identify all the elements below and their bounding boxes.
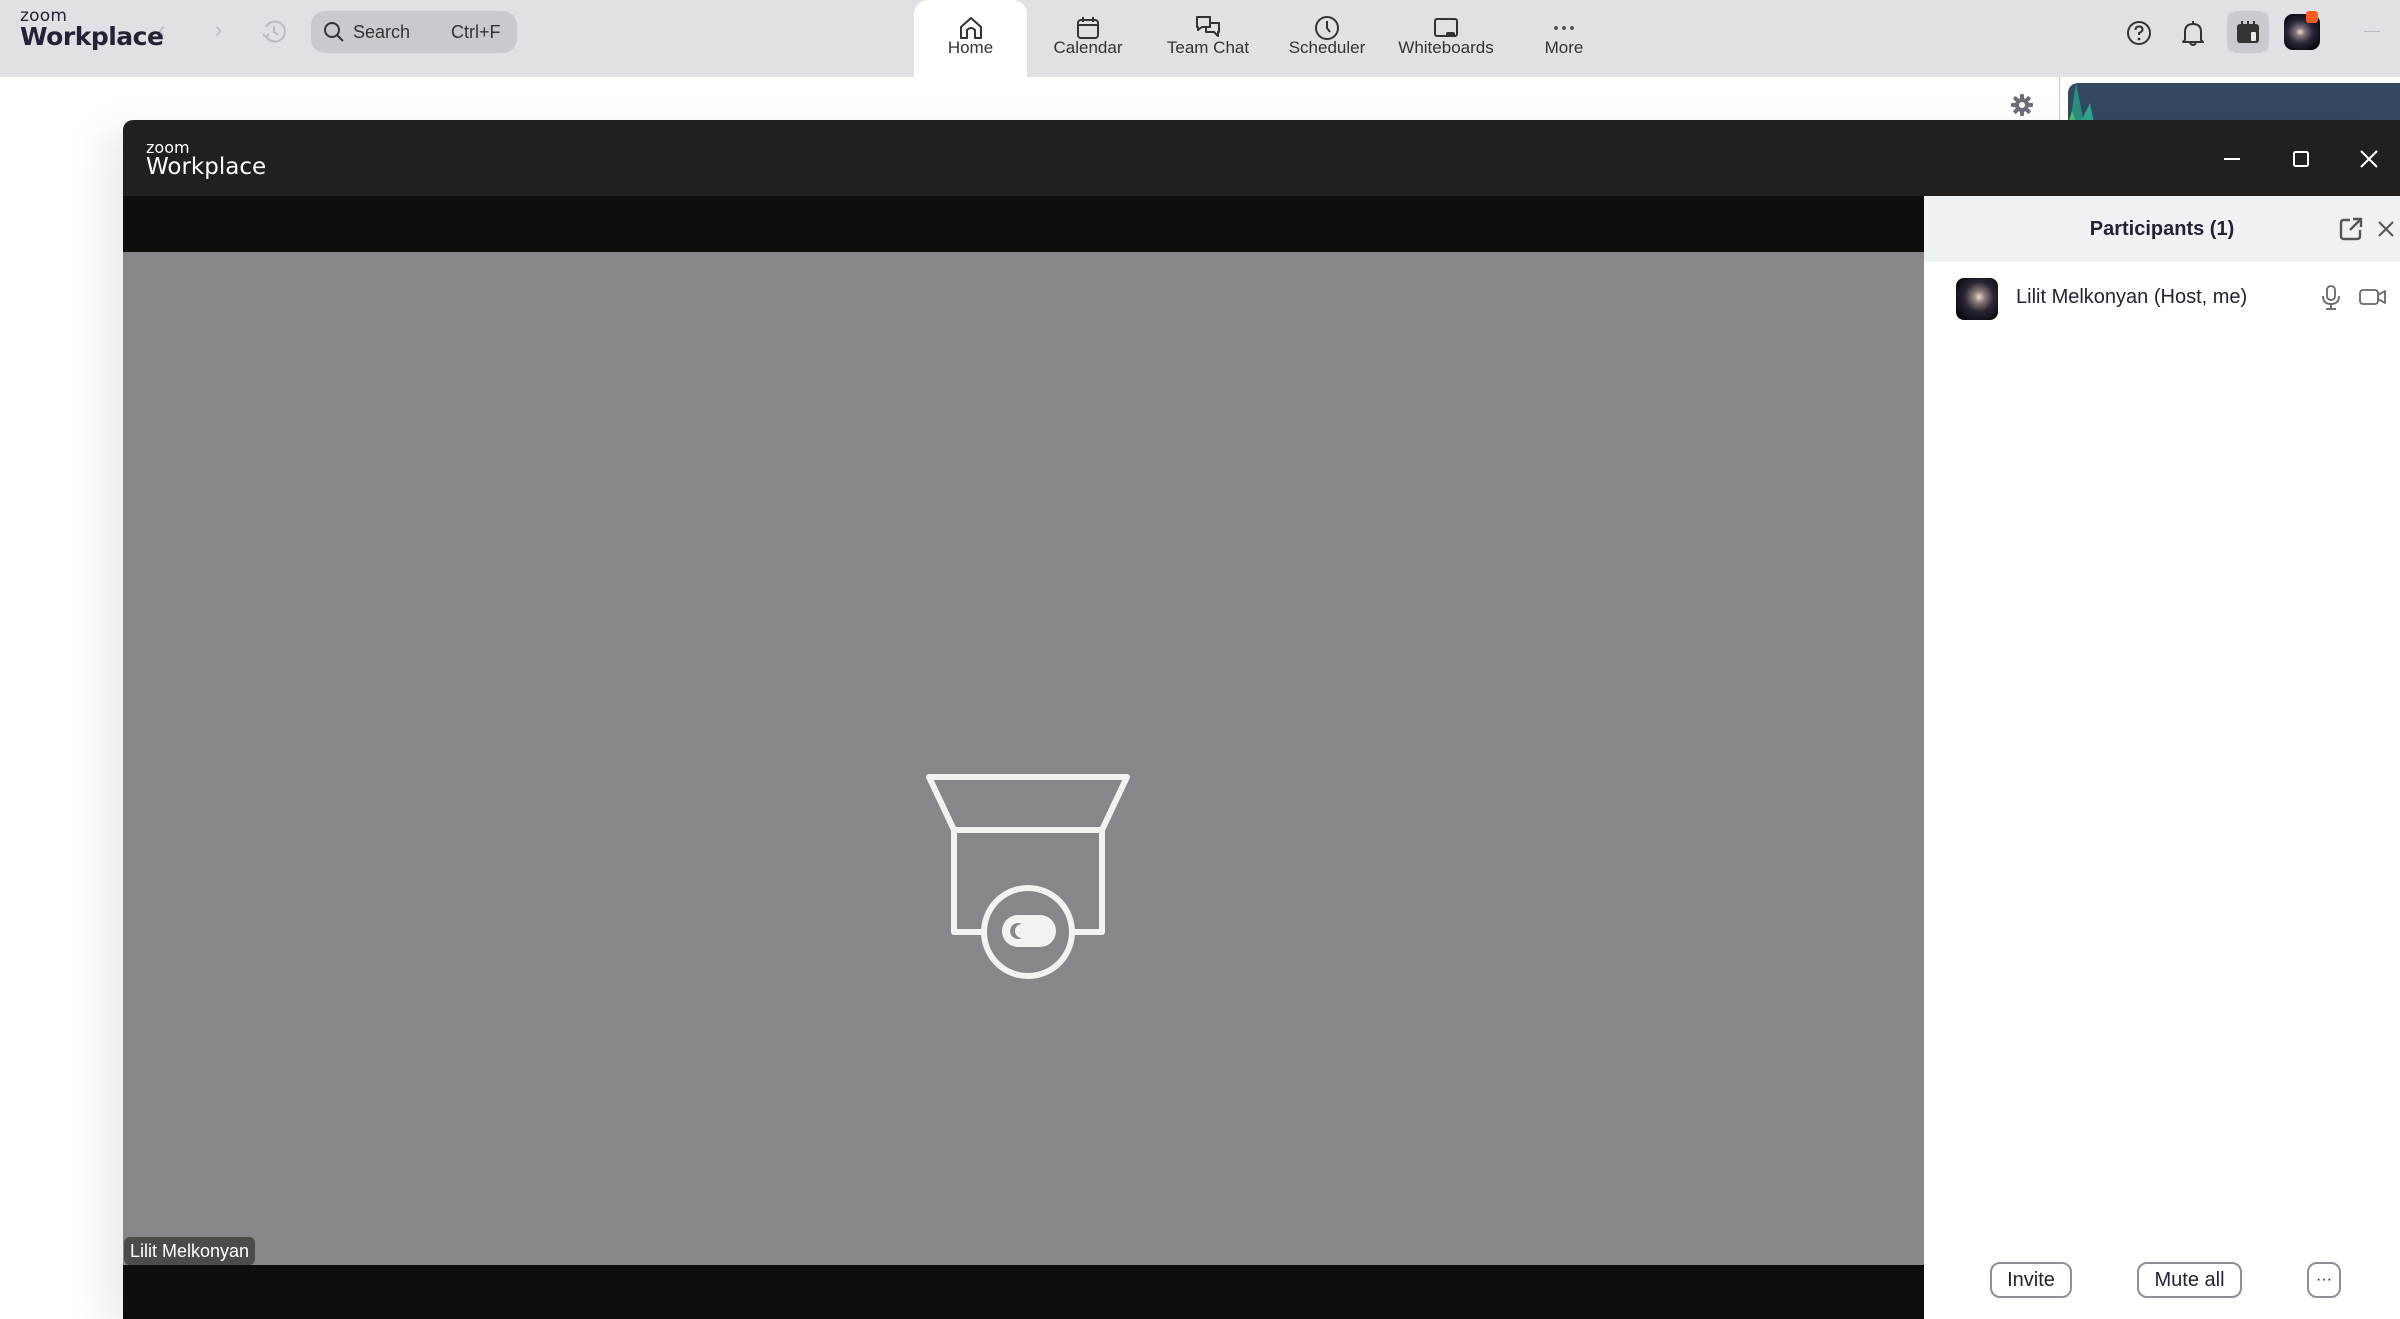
minimize-window-button[interactable] [2212, 142, 2252, 176]
search-placeholder: Search [353, 22, 411, 42]
background-divider [2059, 77, 2060, 120]
help-icon [2127, 21, 2151, 45]
tab-team-chat[interactable]: Team Chat [1149, 0, 1267, 77]
tab-home[interactable]: Home [914, 0, 1027, 77]
search-icon [324, 22, 344, 42]
tab-more-label: More [1544, 38, 1584, 57]
banner-decoration [2068, 83, 2094, 123]
participant-row[interactable]: Lilit Melkonyan (Host, me) [1924, 262, 2400, 332]
video-area[interactable] [123, 252, 1924, 1265]
back-button[interactable]: ‹ [158, 17, 165, 43]
invite-button[interactable]: Invite [1990, 1262, 2072, 1298]
bell-icon [2182, 21, 2204, 46]
meeting-bottom-bar [123, 1265, 1924, 1319]
microphone-icon[interactable] [2320, 284, 2342, 312]
calendar-app-icon [2237, 21, 2259, 43]
history-button[interactable] [260, 18, 288, 51]
top-navigation-bar: zoom Workplace ‹ › Search Ctrl+F Home Ca… [0, 0, 2400, 77]
tab-home-label: Home [947, 38, 994, 57]
participants-header: Participants (1) [1924, 196, 2400, 262]
history-icon [262, 20, 286, 43]
search-shortcut: Ctrl+F [451, 22, 501, 42]
tab-whiteboards-label: Whiteboards [1398, 38, 1494, 57]
forward-button[interactable]: › [215, 17, 222, 43]
pop-out-icon[interactable] [2338, 216, 2364, 242]
search-input[interactable]: Search Ctrl+F [311, 11, 517, 53]
background-banner [2068, 83, 2400, 123]
tab-calendar-label: Calendar [1053, 38, 1123, 57]
tab-scheduler-label: Scheduler [1288, 38, 1366, 57]
gear-icon[interactable] [2010, 93, 2034, 117]
maximize-window-button[interactable] [2281, 142, 2321, 176]
mute-all-button[interactable]: Mute all [2137, 1262, 2242, 1298]
close-icon [2360, 150, 2378, 168]
help-button[interactable] [2122, 16, 2156, 50]
notifications-button[interactable] [2176, 16, 2210, 50]
tab-more[interactable]: More [1505, 0, 1623, 77]
close-window-button[interactable] [2349, 142, 2389, 176]
more-options-button[interactable]: ··· [2307, 1262, 2341, 1298]
tab-whiteboards[interactable]: Whiteboards [1387, 0, 1505, 77]
tab-scheduler[interactable]: Scheduler [1268, 0, 1386, 77]
video-camera-icon[interactable] [2358, 286, 2388, 308]
meeting-top-bar [123, 196, 1924, 252]
calendar-app-button[interactable] [2227, 11, 2269, 53]
app-logo: Workplace [20, 22, 164, 51]
tab-calendar[interactable]: Calendar [1029, 0, 1147, 77]
participants-title: Participants (1) [2089, 218, 2235, 240]
meeting-logo: Workplace [146, 154, 267, 180]
minimize-icon[interactable] [2364, 31, 2380, 32]
maximize-icon [2293, 151, 2309, 167]
participant-name: Lilit Melkonyan (Host, me) [2016, 286, 2248, 308]
participant-avatar [1956, 278, 1998, 320]
meeting-window: zoom Workplace Lilit Melkonyan Participa… [123, 120, 2400, 1319]
close-panel-icon[interactable] [2374, 217, 2398, 241]
avatar-status-badge [2306, 11, 2318, 23]
tab-team-chat-label: Team Chat [1166, 38, 1250, 57]
camera-off-icon [926, 774, 1130, 979]
video-name-label: Lilit Melkonyan [124, 1237, 256, 1265]
participants-panel: Participants (1) Lilit Melkonyan (Host, … [1924, 196, 2400, 1319]
minimize-icon [2224, 158, 2240, 160]
